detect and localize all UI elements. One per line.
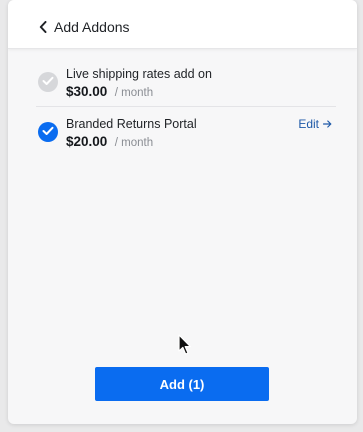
back-button[interactable]: Add Addons <box>39 19 130 35</box>
edit-label: Edit <box>298 117 319 131</box>
mouse-pointer-icon <box>178 334 192 361</box>
addon-period: / month <box>114 87 154 99</box>
addon-row-branded-returns: Branded Returns Portal $20.00 / month Ed… <box>36 114 336 154</box>
page-title: Add Addons <box>54 19 130 35</box>
addon-name: Live shipping rates add on <box>66 67 212 81</box>
row-divider <box>36 106 336 107</box>
addon-price-line: $30.00 / month <box>66 83 153 101</box>
add-button[interactable]: Add (1) <box>95 367 269 401</box>
addon-price-line: $20.00 / month <box>66 133 153 151</box>
edit-addon-link[interactable]: Edit <box>298 117 332 131</box>
addon-period: / month <box>114 137 154 149</box>
header: Add Addons <box>8 0 357 49</box>
chevron-left-icon <box>39 21 47 33</box>
addon-checkbox-branded-returns[interactable] <box>38 122 58 142</box>
addon-checkbox-live-shipping <box>38 72 58 92</box>
check-icon <box>42 73 54 91</box>
addon-price: $30.00 <box>66 84 108 99</box>
addon-name: Branded Returns Portal <box>66 117 197 131</box>
arrow-right-icon <box>319 117 332 131</box>
check-icon <box>42 123 54 141</box>
addon-price: $20.00 <box>66 134 108 149</box>
addon-row-live-shipping: Live shipping rates add on $30.00 / mont… <box>36 64 336 104</box>
